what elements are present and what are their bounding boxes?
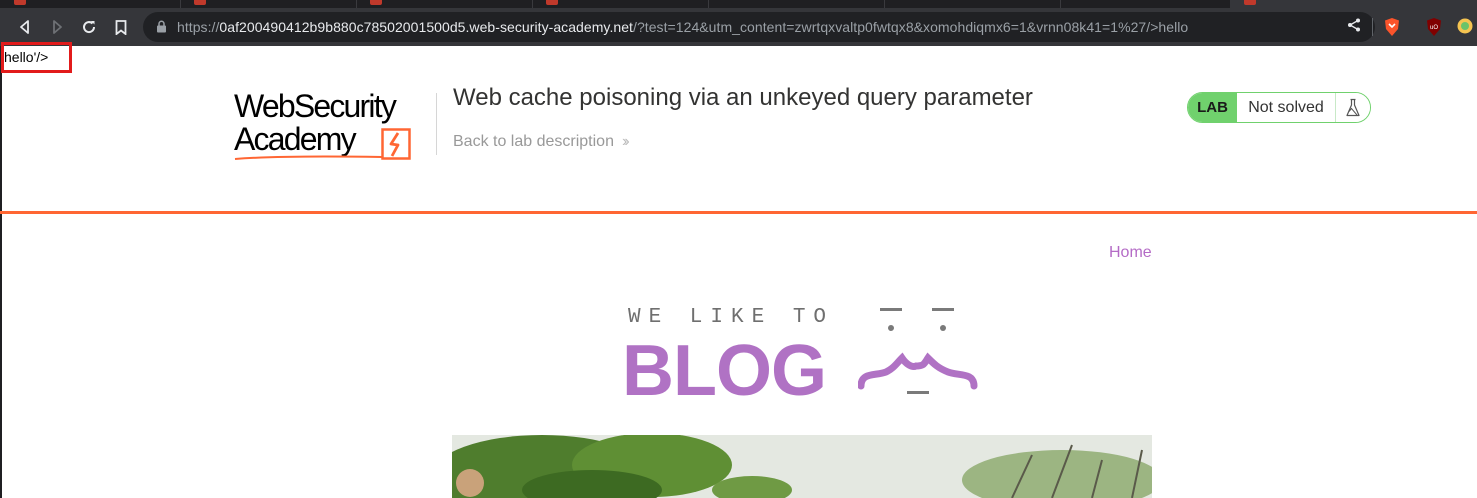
browser-tab[interactable]	[1060, 0, 1231, 8]
flask-icon-container	[1336, 93, 1370, 122]
back-button[interactable]	[15, 17, 35, 37]
share-button[interactable]	[1346, 17, 1366, 37]
url-host: 0af200490412b9b880c78502001500d5.web-sec…	[219, 19, 633, 35]
brave-shield-icon	[1385, 18, 1399, 36]
svg-text:uO: uO	[1430, 25, 1438, 31]
tab-favicon-icon	[1244, 0, 1256, 5]
hero-foliage-image	[452, 435, 1152, 498]
blog-face-icon	[858, 308, 978, 394]
blog-tagline: WE LIKE TO	[628, 306, 835, 329]
browser-tab[interactable]	[532, 0, 709, 8]
browser-tab[interactable]	[708, 0, 885, 8]
toolbar-separator	[1372, 18, 1373, 36]
extension-icon	[1457, 18, 1473, 34]
logo-line1: WebSecurity	[234, 88, 397, 124]
tab-favicon-icon	[370, 0, 382, 5]
ublock-icon: uO	[1427, 18, 1441, 36]
reload-button[interactable]	[79, 17, 99, 37]
browser-tab-active[interactable]	[1230, 0, 1477, 8]
share-icon	[1348, 18, 1360, 32]
lab-title: Web cache poisoning via an unkeyed query…	[453, 84, 1033, 111]
blog-logo: WE LIKE TO BLOG	[622, 300, 982, 411]
blog-wordmark: BLOG	[622, 331, 827, 411]
flask-icon	[1346, 98, 1360, 116]
header-divider	[436, 93, 437, 155]
url-text: https://0af200490412b9b880c78502001500d5…	[177, 19, 1188, 35]
bookmark-button[interactable]	[111, 17, 131, 37]
brave-shields-button[interactable]	[1383, 17, 1403, 37]
url-path-query: /?test=124&utm_content=zwrtqxvaltp0fwtqx…	[633, 19, 1189, 35]
web-security-academy-logo[interactable]: WebSecurity Academy	[234, 88, 424, 166]
window-edge	[0, 46, 2, 498]
browser-tab[interactable]	[884, 0, 1061, 8]
lock-icon	[157, 20, 166, 33]
back-icon	[20, 20, 29, 34]
browser-tab[interactable]	[0, 0, 181, 8]
browser-toolbar: https://0af200490412b9b880c78502001500d5…	[0, 8, 1477, 46]
logo-bolt-icon	[381, 128, 411, 160]
bookmark-icon	[115, 19, 127, 35]
tab-favicon-icon	[194, 0, 206, 5]
url-scheme: https://	[177, 19, 220, 35]
tab-strip	[0, 0, 1477, 8]
browser-tab[interactable]	[180, 0, 357, 8]
tab-favicon-icon	[14, 0, 26, 5]
logo-underline-icon	[234, 155, 383, 160]
lab-status-text: Not solved	[1237, 93, 1336, 122]
logo-line2: Academy	[234, 121, 357, 157]
lab-tag: LAB	[1188, 93, 1237, 122]
hero-image	[452, 435, 1152, 498]
back-to-lab-description-link[interactable]: Back to lab description ››	[453, 133, 629, 151]
forward-button[interactable]	[47, 17, 67, 37]
lab-status-widget: LAB Not solved	[1187, 92, 1371, 123]
address-bar[interactable]: https://0af200490412b9b880c78502001500d5…	[143, 12, 1375, 42]
extension-button[interactable]	[1456, 17, 1476, 37]
tab-favicon-icon	[546, 0, 558, 5]
browser-tab[interactable]	[356, 0, 533, 8]
ublock-button[interactable]: uO	[1425, 17, 1445, 37]
reload-icon	[83, 21, 96, 34]
chevrons-right-icon: ››	[621, 133, 629, 150]
forward-icon	[53, 20, 62, 34]
header-separator	[0, 211, 1477, 214]
highlight-box	[1, 42, 72, 73]
nav-home-link[interactable]: Home	[1109, 244, 1152, 262]
back-link-label: Back to lab description	[453, 133, 614, 150]
